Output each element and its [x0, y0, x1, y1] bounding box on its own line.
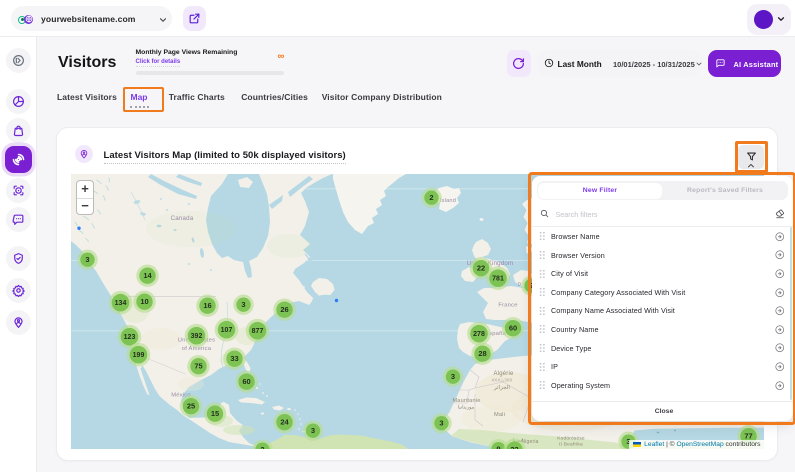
svg-text:75: 75 [194, 362, 202, 371]
svg-text:Canada: Canada [170, 215, 193, 222]
svg-text:3: 3 [310, 426, 314, 435]
svg-text:107: 107 [220, 327, 232, 334]
svg-text:26: 26 [280, 305, 288, 314]
svg-text:877: 877 [251, 328, 263, 335]
svg-text:Mauritanie: Mauritanie [452, 398, 480, 404]
svg-text:22: 22 [476, 264, 484, 273]
svg-text:3: 3 [241, 300, 245, 309]
svg-text:Ísland: Ísland [439, 197, 455, 204]
svg-text:134: 134 [114, 300, 126, 307]
svg-text:3: 3 [85, 255, 89, 264]
svg-text:781: 781 [492, 276, 504, 283]
svg-text:24: 24 [280, 418, 289, 427]
svg-text:3: 3 [439, 419, 443, 428]
svg-text:D: D [517, 282, 521, 287]
svg-text:25: 25 [186, 402, 194, 411]
svg-text:#XX△380: #XX△380 [491, 378, 512, 383]
svg-text:278: 278 [473, 331, 485, 338]
svg-text:123: 123 [123, 334, 135, 341]
svg-text:16: 16 [203, 301, 211, 310]
svg-text:28: 28 [478, 349, 486, 358]
svg-text:33: 33 [230, 354, 238, 363]
svg-text:15: 15 [210, 409, 218, 418]
svg-text:Algérie: Algérie [493, 371, 514, 377]
svg-text:10: 10 [140, 297, 148, 306]
svg-text:23: 23 [510, 445, 518, 449]
svg-text:9: 9 [496, 445, 500, 449]
svg-text:3: 3 [450, 372, 454, 381]
svg-text:Mali: Mali [493, 412, 504, 418]
svg-text:2: 2 [429, 193, 433, 202]
svg-text:199: 199 [132, 352, 144, 359]
svg-text:الجزائر: الجزائر [493, 384, 510, 391]
svg-text:2: 2 [260, 445, 264, 449]
svg-text:60: 60 [508, 324, 516, 333]
svg-text:tí Beafrika: tí Beafrika [559, 442, 583, 448]
svg-text:392: 392 [190, 333, 202, 340]
svg-text:France: France [498, 303, 517, 309]
svg-text:Kodórósèse: Kodórósèse [557, 436, 585, 442]
svg-text:موريتانيا: موريتانيا [457, 405, 474, 411]
svg-text:60: 60 [242, 377, 250, 386]
svg-text:14: 14 [143, 271, 152, 280]
